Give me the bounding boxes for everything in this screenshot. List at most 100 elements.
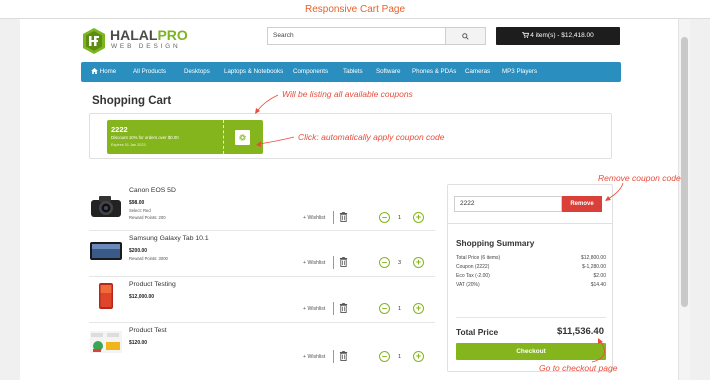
search-button[interactable]: [445, 27, 486, 45]
gear-icon: [239, 134, 246, 141]
window-title: Responsive Cart Page: [0, 0, 710, 19]
apply-coupon-button[interactable]: [235, 130, 250, 145]
vertical-scrollbar[interactable]: [678, 19, 690, 380]
nav-item-laptops[interactable]: Laptops & Notebooks: [224, 62, 283, 82]
shopping-summary-panel: Shopping Summary Total Price (6 items) $1…: [447, 223, 613, 372]
add-to-wishlist-link[interactable]: + Wishlist: [303, 354, 325, 360]
increase-quantity-button[interactable]: +: [413, 212, 424, 223]
cart-button[interactable]: 4 item(s) - $12,418.00: [496, 27, 620, 45]
promo-thumbnail[interactable]: [89, 329, 123, 355]
increase-quantity-button[interactable]: +: [413, 257, 424, 268]
quantity-value[interactable]: 1: [398, 306, 401, 312]
nav-item-home[interactable]: Home: [91, 62, 116, 82]
brand-name: HALALPRO: [110, 27, 188, 43]
add-to-wishlist-link[interactable]: + Wishlist: [303, 306, 325, 312]
annotation-checkout: Go to checkout page: [539, 363, 618, 373]
nav-item-phones[interactable]: Phones & PDAs: [412, 62, 456, 82]
annotation-coupons-list: Will be listing all available coupons: [282, 89, 413, 99]
item-separator: [89, 276, 435, 277]
summary-row-label: VAT (20%): [456, 282, 480, 288]
item-name[interactable]: Product Test: [129, 327, 167, 334]
decrease-quantity-button[interactable]: –: [379, 303, 390, 314]
coupon-code: 2222: [111, 125, 128, 134]
summary-row-value: $2.00: [593, 273, 606, 279]
brand-name-part2: PRO: [157, 27, 188, 43]
summary-row: VAT (20%) $14.40: [456, 282, 606, 290]
item-separator: [89, 322, 435, 323]
arrow-coupons-list: [256, 94, 279, 112]
nav-item-all-products[interactable]: All Products: [133, 62, 166, 82]
add-to-wishlist-link[interactable]: + Wishlist: [303, 260, 325, 266]
summary-row-value: $12,800.00: [580, 255, 606, 261]
quantity-value[interactable]: 1: [398, 354, 401, 360]
trash-icon[interactable]: [339, 257, 348, 267]
search-input[interactable]: Search: [267, 27, 469, 45]
remove-coupon-button[interactable]: Remove: [562, 196, 602, 212]
item-name[interactable]: Samsung Galaxy Tab 10.1: [129, 235, 209, 242]
item-price: $200.00: [129, 248, 148, 254]
quantity-value[interactable]: 1: [398, 215, 401, 221]
item-reward-points: Reward Points: 3000: [129, 256, 168, 261]
main-navbar: Home All Products Desktops Laptops & Not…: [81, 62, 621, 82]
increase-quantity-button[interactable]: +: [413, 351, 424, 362]
divider: [333, 350, 334, 363]
nav-item-software[interactable]: Software: [376, 62, 400, 82]
trash-icon[interactable]: [339, 303, 348, 313]
item-price: $120.00: [129, 340, 148, 346]
page: HALALPRO WEB DESIGN Search 4 item(s) - $…: [20, 19, 681, 380]
item-name[interactable]: Product Testing: [129, 281, 176, 288]
decrease-quantity-button[interactable]: –: [379, 351, 390, 362]
nav-item-tablets[interactable]: Tablets: [343, 62, 363, 82]
item-reward-points: Reward Points: 200: [129, 215, 166, 220]
coupon-card[interactable]: 2222 Discount 10% for orders over $0.00 …: [107, 120, 263, 154]
item-option: Select: Red: [129, 208, 151, 213]
nav-item-mp3-players[interactable]: MP3 Players: [502, 62, 537, 82]
cart-icon: [522, 32, 530, 38]
summary-row: Coupon (2222) $-1,280.00: [456, 264, 606, 272]
tablet-thumbnail[interactable]: [89, 240, 123, 262]
quantity-value[interactable]: 3: [398, 260, 401, 266]
divider: [333, 302, 334, 315]
summary-row: Total Price (6 items) $12,800.00: [456, 255, 606, 263]
increase-quantity-button[interactable]: +: [413, 303, 424, 314]
add-to-wishlist-link[interactable]: + Wishlist: [303, 215, 325, 221]
total-price-value: $11,536.40: [556, 326, 604, 337]
summary-row-label: Total Price (6 items): [456, 255, 501, 261]
magnifier-icon: [462, 33, 469, 40]
summary-title: Shopping Summary: [456, 238, 535, 248]
cart-button-label: 4 item(s) - $12,418.00: [530, 32, 594, 39]
home-icon: [91, 68, 98, 74]
coupon-code-input[interactable]: 2222: [454, 196, 562, 212]
summary-row-value: $14.40: [590, 282, 606, 288]
item-separator: [89, 230, 435, 231]
item-price: $12,000.00: [129, 294, 155, 300]
decrease-quantity-button[interactable]: –: [379, 257, 390, 268]
nav-item-cameras[interactable]: Cameras: [465, 62, 490, 82]
scrollbar-thumb[interactable]: [681, 37, 688, 307]
total-price-label: Total Price: [456, 327, 499, 337]
camera-thumbnail[interactable]: [89, 194, 123, 218]
summary-separator: [456, 317, 606, 318]
summary-row-value: $-1,280.00: [582, 264, 606, 270]
item-name[interactable]: Canon EOS 5D: [129, 187, 176, 194]
nav-item-label: Home: [99, 68, 117, 75]
nav-item-components[interactable]: Components: [293, 62, 328, 82]
page-title: Shopping Cart: [92, 95, 172, 107]
item-price: $98.00: [129, 200, 145, 206]
brand-name-part1: HALAL: [110, 27, 158, 43]
trash-icon[interactable]: [339, 351, 348, 361]
brand-logo[interactable]: HALALPRO WEB DESIGN: [82, 27, 194, 56]
decrease-quantity-button[interactable]: –: [379, 212, 390, 223]
checkout-button[interactable]: Checkout: [456, 343, 606, 360]
phone-thumbnail[interactable]: [89, 282, 123, 310]
annotation-remove-coupon: Remove coupon code: [598, 173, 681, 183]
summary-row-label: Coupon (2222): [456, 264, 490, 270]
nav-item-desktops[interactable]: Desktops: [184, 62, 210, 82]
coupon-divider: [223, 120, 224, 154]
annotation-apply-coupon: Click: automatically apply coupon code: [298, 132, 445, 142]
coupon-description: Discount 10% for orders over $0.00: [111, 135, 179, 140]
brand-tagline: WEB DESIGN: [111, 43, 181, 50]
coupon-expiry: Expires 01 Jan 2023: [111, 143, 146, 147]
divider: [333, 211, 334, 224]
trash-icon[interactable]: [339, 212, 348, 222]
